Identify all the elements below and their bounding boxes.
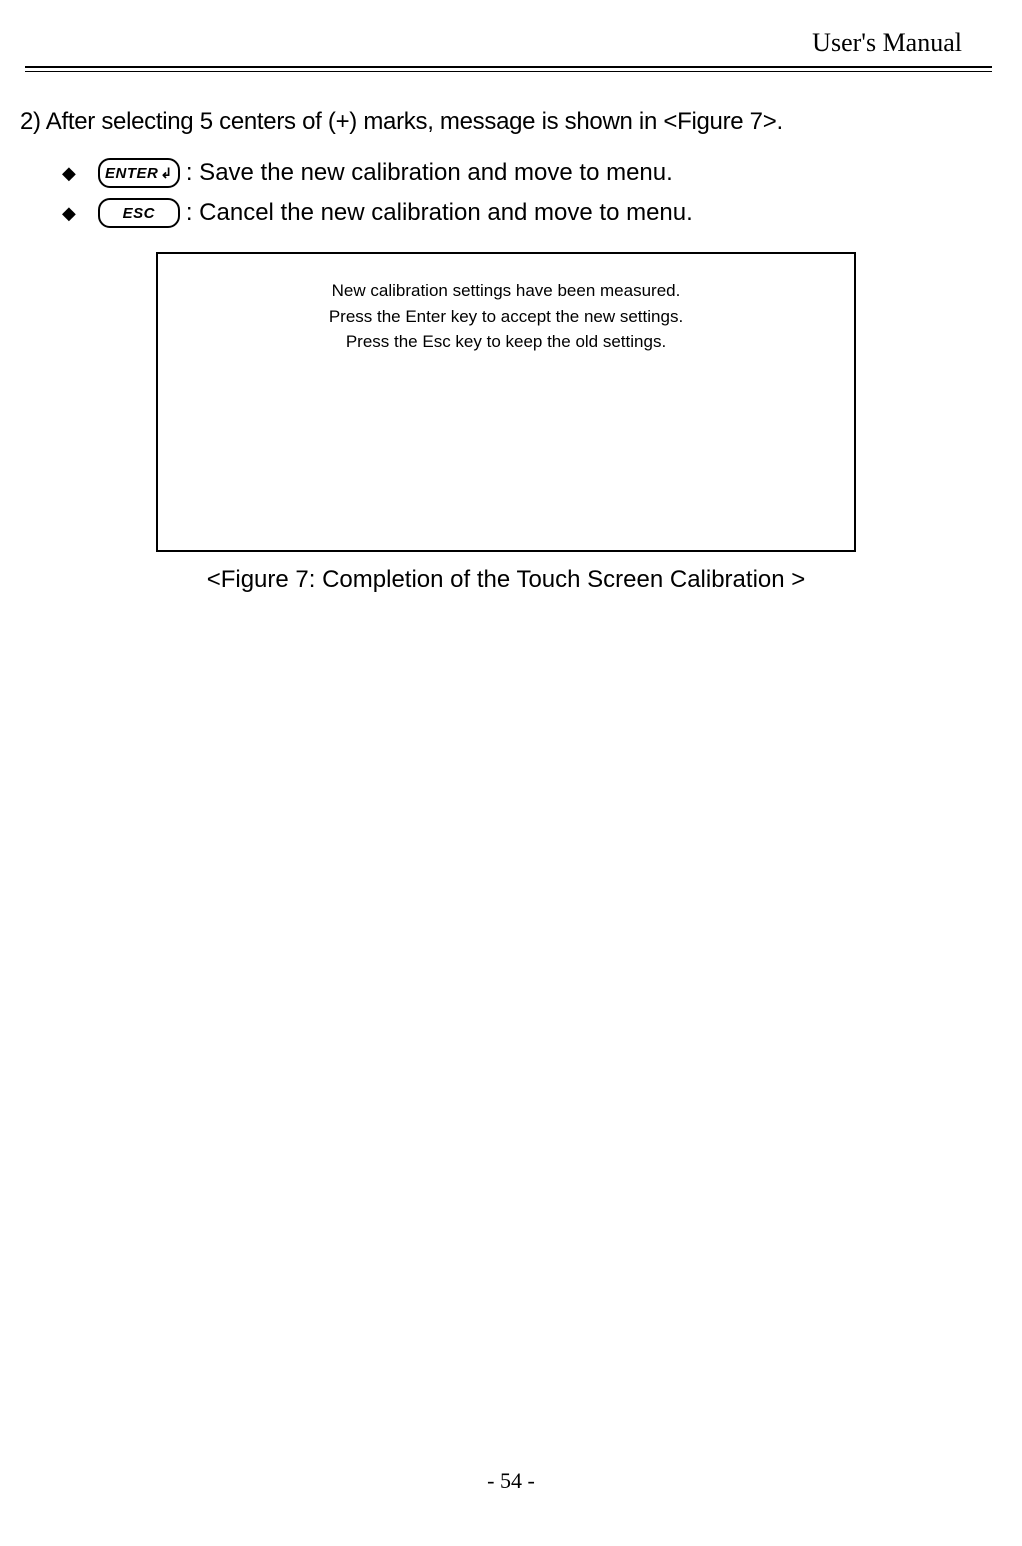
bullet-enter-text: : Save the new calibration and move to m… (186, 159, 673, 187)
esc-key-icon: ESC (98, 198, 180, 228)
bullet-marker: ◆ (62, 203, 76, 224)
page-footer: - 54 - (0, 1468, 1022, 1494)
bullet-marker: ◆ (62, 163, 76, 184)
page-header: User's Manual (0, 0, 1022, 66)
step-text: 2) After selecting 5 centers of (+) mark… (20, 108, 992, 136)
bullet-esc-text: : Cancel the new calibration and move to… (186, 199, 693, 227)
figure-line-3: Press the Esc key to keep the old settin… (158, 329, 854, 355)
enter-key-label: ENTER (105, 165, 158, 182)
figure-7-box: New calibration settings have been measu… (156, 252, 856, 552)
esc-key-label: ESC (123, 205, 155, 222)
page-content: 2) After selecting 5 centers of (+) mark… (0, 72, 1022, 594)
page-number: - 54 - (487, 1468, 535, 1493)
figure-7-caption: <Figure 7: Completion of the Touch Scree… (20, 566, 992, 594)
header-rule-thick (25, 66, 992, 68)
figure-line-2: Press the Enter key to accept the new se… (158, 304, 854, 330)
figure-7-content: New calibration settings have been measu… (158, 278, 854, 355)
bullet-row-enter: ◆ ENTER ↲ : Save the new calibration and… (62, 158, 992, 188)
bullet-row-esc: ◆ ESC : Cancel the new calibration and m… (62, 198, 992, 228)
header-title: User's Manual (812, 28, 962, 57)
enter-key-icon: ENTER ↲ (98, 158, 180, 188)
enter-arrow-icon: ↲ (160, 165, 172, 182)
figure-line-1: New calibration settings have been measu… (158, 278, 854, 304)
